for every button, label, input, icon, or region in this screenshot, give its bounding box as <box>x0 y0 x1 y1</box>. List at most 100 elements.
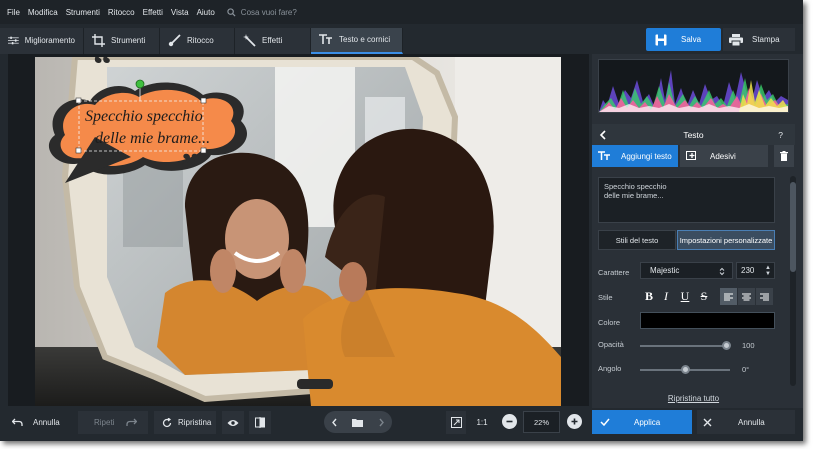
menu-file[interactable]: File <box>7 8 20 17</box>
folder-icon[interactable] <box>352 418 364 427</box>
text-input[interactable]: Specchio specchio delle mie brame... <box>598 177 775 223</box>
sliders-icon <box>8 36 19 45</box>
back-chevron-icon[interactable] <box>599 129 607 140</box>
style-label: Stile <box>598 293 613 302</box>
tab-label: Testo e cornici <box>339 35 391 44</box>
redo-button[interactable]: Ripeti <box>78 411 148 434</box>
reset-all-link[interactable]: Ripristina tutto <box>592 394 795 403</box>
print-button[interactable]: Stampa <box>723 28 795 51</box>
text-icon <box>319 34 332 44</box>
menu-vista[interactable]: Vista <box>171 8 189 17</box>
app-window: File Modifica Strumenti Ritocco Effetti … <box>0 0 803 441</box>
apply-button[interactable]: Applica <box>592 410 692 434</box>
stickers-label: Adesivi <box>710 151 736 161</box>
file-navigation <box>324 411 392 433</box>
color-picker[interactable] <box>640 312 775 329</box>
bold-button[interactable]: B <box>642 288 656 305</box>
tab-label: Miglioramento <box>24 36 75 45</box>
delete-button[interactable] <box>774 145 794 167</box>
fit-screen-button[interactable] <box>446 411 466 434</box>
underline-button[interactable]: U <box>678 288 692 305</box>
bubble-text-line1: Specchio specchio <box>85 108 203 125</box>
menu-strumenti[interactable]: Strumenti <box>66 8 100 17</box>
zoom-in-button[interactable] <box>567 414 582 429</box>
print-label: Stampa <box>752 35 780 44</box>
scrollbar-thumb[interactable] <box>790 182 796 272</box>
font-size-input[interactable]: 230 ▲ ▼ <box>736 262 775 279</box>
image-canvas[interactable]: “ ” Specchio specchio delle mie brame... <box>8 54 589 406</box>
sticker-icon <box>686 151 696 160</box>
tab-label: Strumenti <box>111 36 146 45</box>
menu-ritocco[interactable]: Ritocco <box>108 8 135 17</box>
strikethrough-button[interactable]: S <box>697 288 711 305</box>
panel-scrollbar[interactable] <box>790 176 796 386</box>
search-box[interactable]: Cosa vuoi fare? <box>227 8 297 17</box>
font-select[interactable]: Majestic <box>640 262 733 279</box>
fit-screen-icon <box>450 417 462 428</box>
brush-icon <box>168 34 181 47</box>
tab-testo-e-cornici[interactable]: Testo e cornici <box>311 27 403 54</box>
panel-header: Testo ? <box>592 124 795 145</box>
add-text-icon <box>598 151 610 160</box>
help-icon[interactable]: ? <box>778 130 783 140</box>
opacity-slider[interactable] <box>640 341 731 350</box>
compare-icon <box>255 417 265 428</box>
add-text-button[interactable]: Aggiungi testo <box>592 145 678 167</box>
tab-label: Effetti <box>262 36 283 45</box>
menu-modifica[interactable]: Modifica <box>28 8 58 17</box>
trash-icon <box>780 151 788 161</box>
rotate-handle[interactable] <box>135 79 145 89</box>
menu-effetti[interactable]: Effetti <box>143 8 163 17</box>
align-center-button[interactable] <box>738 288 755 305</box>
save-button[interactable]: Salva <box>646 28 721 51</box>
zoom-field[interactable]: 22% <box>523 411 560 433</box>
zoom-out-button[interactable] <box>502 414 517 429</box>
resize-handle[interactable] <box>200 97 207 104</box>
quote-close-mark: ” <box>181 146 200 188</box>
align-right-icon <box>760 293 769 300</box>
search-placeholder: Cosa vuoi fare? <box>240 7 297 17</box>
opacity-slider-handle[interactable] <box>722 341 731 350</box>
tab-custom-settings[interactable]: Impostazioni personalizzate <box>677 230 775 250</box>
tab-text-styles[interactable]: Stili del testo <box>598 230 676 250</box>
side-panel: Testo ? Aggiungi testo Adesivi Specchio … <box>592 54 803 408</box>
redo-label: Ripeti <box>94 418 115 427</box>
resize-handle[interactable] <box>200 147 207 154</box>
redo-icon <box>126 418 138 426</box>
size-stepper[interactable]: ▲ ▼ <box>765 265 771 277</box>
tab-strumenti[interactable]: Strumenti <box>84 27 160 54</box>
angle-label: Angolo <box>598 364 622 373</box>
italic-button[interactable]: I <box>659 288 673 305</box>
angle-slider[interactable] <box>640 365 730 374</box>
chevron-right-icon[interactable] <box>378 418 385 427</box>
stickers-button[interactable]: Adesivi <box>680 145 768 167</box>
plus-icon <box>571 418 578 425</box>
align-left-button[interactable] <box>720 288 737 305</box>
resize-handle[interactable] <box>75 147 82 154</box>
chevron-down-icon[interactable]: ▼ <box>765 271 771 277</box>
menu-aiuto[interactable]: Aiuto <box>197 8 215 17</box>
angle-slider-handle[interactable] <box>681 365 690 374</box>
tab-miglioramento[interactable]: Miglioramento <box>0 27 84 54</box>
preview-toggle-button[interactable] <box>222 411 244 434</box>
resize-handle[interactable] <box>75 97 82 104</box>
chevron-left-icon[interactable] <box>331 418 338 427</box>
opacity-value: 100 <box>742 341 755 350</box>
undo-button[interactable]: Annulla <box>12 411 60 434</box>
cancel-label: Annulla <box>738 417 765 427</box>
reset-button[interactable]: Ripristina <box>154 411 216 434</box>
cancel-button[interactable]: Annulla <box>697 410 795 434</box>
updown-icon <box>719 267 725 276</box>
photo-artwork: “ ” Specchio specchio delle mie brame... <box>35 57 561 406</box>
tab-ritocco[interactable]: Ritocco <box>160 27 235 54</box>
undo-icon <box>12 418 23 426</box>
compare-button[interactable] <box>249 411 271 434</box>
align-right-button[interactable] <box>756 288 773 305</box>
font-label: Carattere <box>598 268 630 277</box>
tab-label: Ritocco <box>187 36 214 45</box>
tab-effetti[interactable]: Effetti <box>235 27 311 54</box>
minus-icon <box>506 420 513 423</box>
photo[interactable]: “ ” Specchio specchio delle mie brame... <box>35 57 561 406</box>
check-icon <box>600 418 610 426</box>
zoom-1to1-button[interactable]: 1:1 <box>472 411 492 434</box>
